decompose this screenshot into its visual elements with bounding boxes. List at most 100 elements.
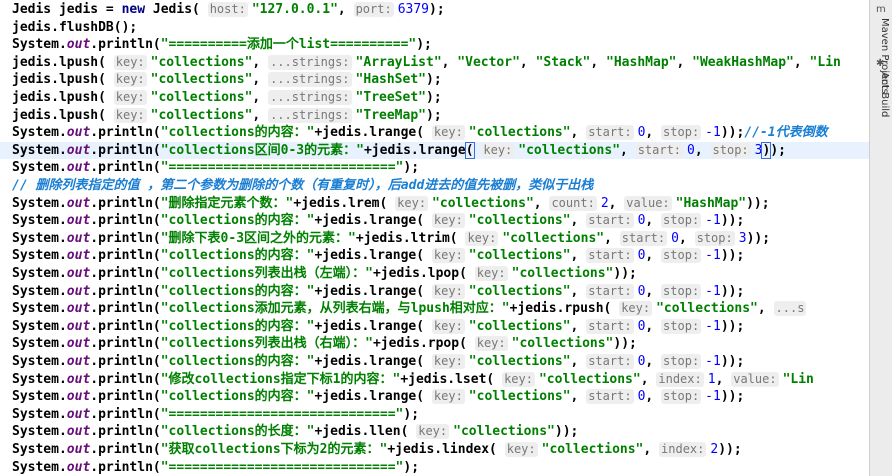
code-line[interactable]: System.out.println("collections的内容："+jed… (12, 388, 744, 405)
code-line[interactable]: System.out.println("====================… (12, 459, 419, 476)
code-token: jedis.lpush( (12, 107, 114, 123)
code-token: , (570, 354, 587, 369)
parameter-hint: ...strings: (268, 72, 352, 88)
code-token: "collections" (468, 125, 571, 141)
code-line[interactable]: System.out.println("collections的内容："+jed… (12, 247, 744, 264)
code-token: "collections" (511, 336, 614, 352)
code-line[interactable]: System.out.println("获取collections下标为2的元素… (12, 441, 742, 458)
code-token: )); (720, 389, 745, 405)
parameter-hint: key: (481, 142, 515, 158)
code-token: ); (429, 2, 445, 17)
code-token: "TreeMap" (355, 107, 426, 123)
maven-icon[interactable]: m (876, 4, 887, 15)
code-line[interactable]: System.out.println("collections列表出栈（右端）：… (12, 335, 637, 352)
code-token: "collections" (541, 442, 644, 457)
code-token: .println( (90, 160, 161, 176)
code-token: Jedis jedis = (12, 2, 122, 17)
code-line[interactable]: System.out.println("collections的内容："+jed… (12, 124, 828, 141)
code-line[interactable]: System.out.println("====================… (12, 159, 419, 176)
code-editor[interactable]: Jedis jedis = new Jedis( host: "127.0.0.1… (0, 0, 870, 476)
code-token: , (252, 90, 269, 105)
code-token: .println( (90, 142, 161, 158)
code-line[interactable]: jedis.lpush( key: "collections", ...strin… (12, 107, 442, 124)
code-token: out (66, 37, 91, 53)
code-token: System. (12, 266, 67, 281)
code-token: 0 (687, 142, 695, 158)
code-token: out (66, 266, 91, 281)
code-token: System. (12, 354, 67, 369)
code-token: .println( (90, 301, 161, 317)
code-token: +jedis.lrange( (314, 354, 432, 369)
parameter-hint: ...strings: (268, 107, 352, 123)
code-line[interactable]: System.out.println("collections的长度："+jed… (12, 423, 578, 440)
code-token: -1 (705, 248, 721, 264)
code-token: -1 (705, 283, 721, 299)
code-token: System. (12, 389, 67, 405)
code-line[interactable]: System.out.println("删除指定元素个数："+jedis.lre… (12, 195, 770, 212)
right-tool-window-bar: m Maven Projects ✱ Ant Build (869, 0, 892, 476)
code-line[interactable]: // 删除列表指定的值 ，第二个参数为删除的个数（有重复时），后add进去的值先… (12, 177, 593, 194)
code-comment: // 删除列表指定的值 ，第二个参数为删除的个数（有重复时），后add进去的值先… (12, 178, 594, 193)
code-token: System. (12, 125, 67, 141)
code-token: )); (720, 283, 745, 299)
code-token: out (66, 354, 91, 369)
code-token: out (66, 160, 91, 176)
code-line[interactable]: Jedis jedis = new Jedis( host: "127.0.0.1… (12, 1, 445, 18)
code-line[interactable]: jedis.lpush( key: "collections", ...strin… (12, 89, 442, 106)
parameter-hint: key: (431, 389, 465, 405)
code-token: "collections的内容：" (160, 248, 315, 264)
code-token: )); (746, 195, 770, 211)
code-token: "collections的内容：" (160, 125, 315, 141)
parameter-hint: start: (586, 213, 634, 229)
code-line[interactable]: System.out.println("====================… (12, 406, 419, 423)
code-token: , (643, 442, 660, 457)
code-line[interactable]: System.out.println("collections的内容："+jed… (12, 318, 744, 335)
parameter-hint: stop: (661, 354, 702, 369)
side-tab-ant-build[interactable]: Ant Build (879, 72, 890, 117)
code-token: 2 (600, 195, 609, 211)
code-token: "collections" (432, 195, 534, 211)
code-token: ); (426, 72, 442, 88)
code-line[interactable]: jedis.lpush( key: "collections", ...strin… (12, 54, 841, 71)
code-line[interactable]: jedis.lpush( key: "collections", ...strin… (12, 71, 442, 88)
code-token: out (66, 442, 91, 457)
parameter-hint: key: (431, 248, 465, 264)
parameter-hint: host: (207, 2, 248, 17)
code-token: -1 (705, 213, 721, 229)
code-token: +jedis.llen( (314, 424, 417, 440)
code-line[interactable]: System.out.println("删除下表0-3区间之外的元素："+jed… (12, 230, 770, 247)
code-line[interactable]: System.out.println("collections列表出栈（左端）：… (12, 265, 637, 282)
code-line[interactable]: System.out.println("collections的内容："+jed… (12, 283, 744, 300)
code-line[interactable]: System.out.println("collections的内容："+jed… (12, 212, 744, 229)
code-line[interactable]: System.out.println("修改collections指定下标1的内… (12, 371, 814, 388)
code-token: out (66, 371, 91, 387)
code-token: , (645, 318, 662, 334)
code-line[interactable]: System.out.println("collections添加元素，从列表右… (12, 300, 810, 317)
code-token: "collections的内容：" (160, 389, 315, 405)
code-comment: //-1代表倒数 (744, 125, 828, 141)
code-token: , (640, 371, 657, 387)
code-token: "删除下表0-3区间之外的元素：" (160, 230, 356, 246)
code-line-current[interactable]: System.out.println("collections区间0-3的元素：… (0, 141, 870, 159)
parameter-hint: key: (431, 125, 465, 141)
code-token: )); (720, 354, 745, 369)
code-token: "获取collections下标为2的元素：" (160, 442, 388, 457)
ant-icon[interactable]: ✱ (876, 58, 887, 69)
parameter-hint: key: (502, 371, 535, 387)
code-token: , (570, 248, 587, 264)
code-line[interactable]: System.out.println("==========添加一个list==… (12, 36, 432, 53)
code-token: "collections" (538, 371, 641, 387)
code-token: "=============================" (160, 160, 404, 176)
code-token: "collections的长度：" (160, 424, 315, 440)
code-token: out (66, 406, 91, 422)
code-token: +jedis.lrange( (314, 389, 432, 405)
code-line[interactable]: jedis.flushDB(); (12, 19, 137, 36)
code-line[interactable]: System.out.println("collections的内容："+jed… (12, 353, 744, 370)
code-token: System. (12, 213, 67, 229)
code-token: .println( (90, 406, 161, 422)
code-token: , (620, 142, 636, 158)
code-token: .println( (90, 230, 161, 246)
code-token: +jedis.lpop( (372, 266, 475, 281)
code-token: , (694, 142, 711, 158)
code-token: "Stack" (535, 54, 591, 70)
